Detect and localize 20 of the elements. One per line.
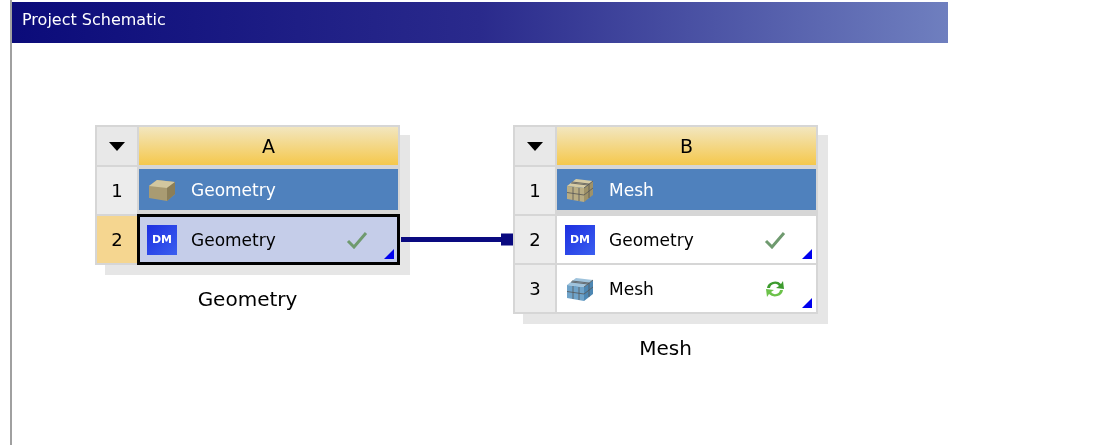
corner-triangle-icon [802, 298, 812, 308]
corner-triangle-icon [384, 249, 394, 259]
component-cell[interactable]: DM Geometry [139, 216, 398, 263]
row-number: 1 [515, 167, 555, 214]
dm-badge-icon: DM [147, 224, 177, 255]
component-cell[interactable]: DM Geometry [557, 216, 816, 263]
row-number: 1 [97, 167, 137, 214]
system-title-cell[interactable]: Geometry [139, 169, 398, 210]
system-title-cell[interactable]: Mesh [557, 169, 816, 210]
row-number: 2 [515, 216, 555, 263]
system-caption: Mesh [639, 336, 692, 360]
corner-triangle-icon [802, 249, 812, 259]
panel-title: Project Schematic [12, 2, 948, 43]
row-number: 3 [515, 265, 555, 312]
dm-badge-icon: DM [565, 224, 595, 255]
system-caption: Geometry [197, 287, 298, 311]
component-cell[interactable]: Mesh [557, 265, 816, 312]
row-number: 2 [97, 216, 137, 263]
column-header: A [139, 127, 398, 165]
column-header: B [557, 127, 816, 165]
